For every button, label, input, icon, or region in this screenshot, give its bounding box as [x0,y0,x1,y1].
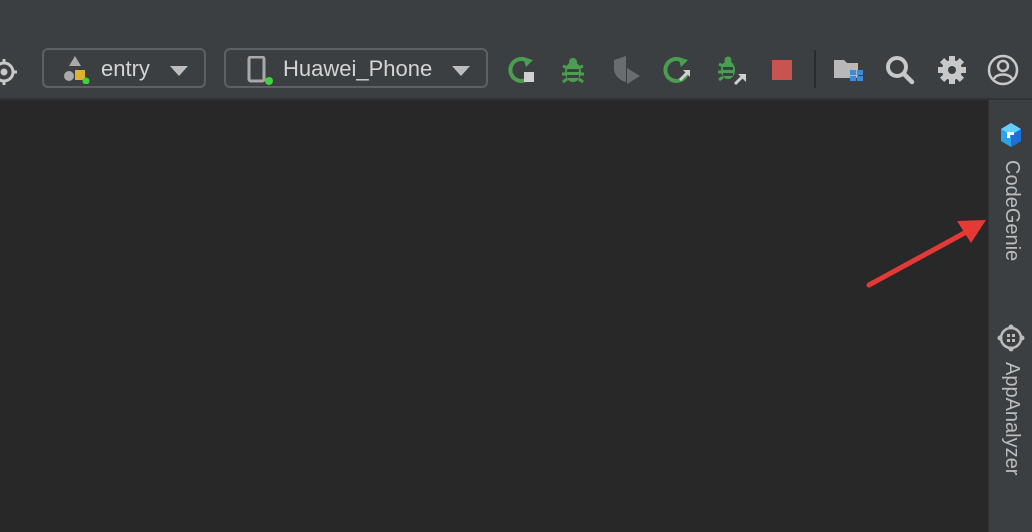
device-selector-label: Huawei_Phone [283,56,433,81]
window-title-strip [0,0,1032,38]
chevron-down-icon [170,64,188,76]
gear-icon[interactable] [936,54,968,86]
tab-codegenie-label: CodeGenie [1001,160,1023,262]
module-selector[interactable]: entry [42,48,206,88]
codegenie-icon [999,122,1023,148]
module-selector-label: entry [101,56,150,81]
phone-icon [246,55,274,86]
apply-changes-icon[interactable] [662,54,694,86]
editor-area[interactable] [0,100,988,532]
appanalyzer-icon [997,324,1025,352]
profile-icon[interactable] [610,54,642,86]
tab-appanalyzer[interactable]: AppAnalyzer [989,320,1032,532]
tab-appanalyzer-label: AppAnalyzer [1001,362,1023,476]
device-selector[interactable]: Huawei_Phone [224,48,488,88]
module-icon [60,54,90,85]
tab-codegenie[interactable]: CodeGenie [989,118,1032,288]
search-icon[interactable] [884,54,916,86]
target-settings-icon[interactable] [0,58,18,86]
main-toolbar: entry Huawei_Phone [0,38,1032,98]
debug-icon[interactable] [557,54,589,86]
account-icon[interactable] [986,54,1019,86]
stop-icon[interactable] [768,54,800,86]
right-tool-window-bar: CodeGenie AppAnalyzer [988,100,1032,532]
attach-debugger-icon[interactable] [714,54,746,86]
toolbar-separator [814,50,816,88]
project-structure-icon[interactable] [832,54,864,86]
run-icon[interactable] [507,54,539,86]
chevron-down-icon [452,64,470,76]
